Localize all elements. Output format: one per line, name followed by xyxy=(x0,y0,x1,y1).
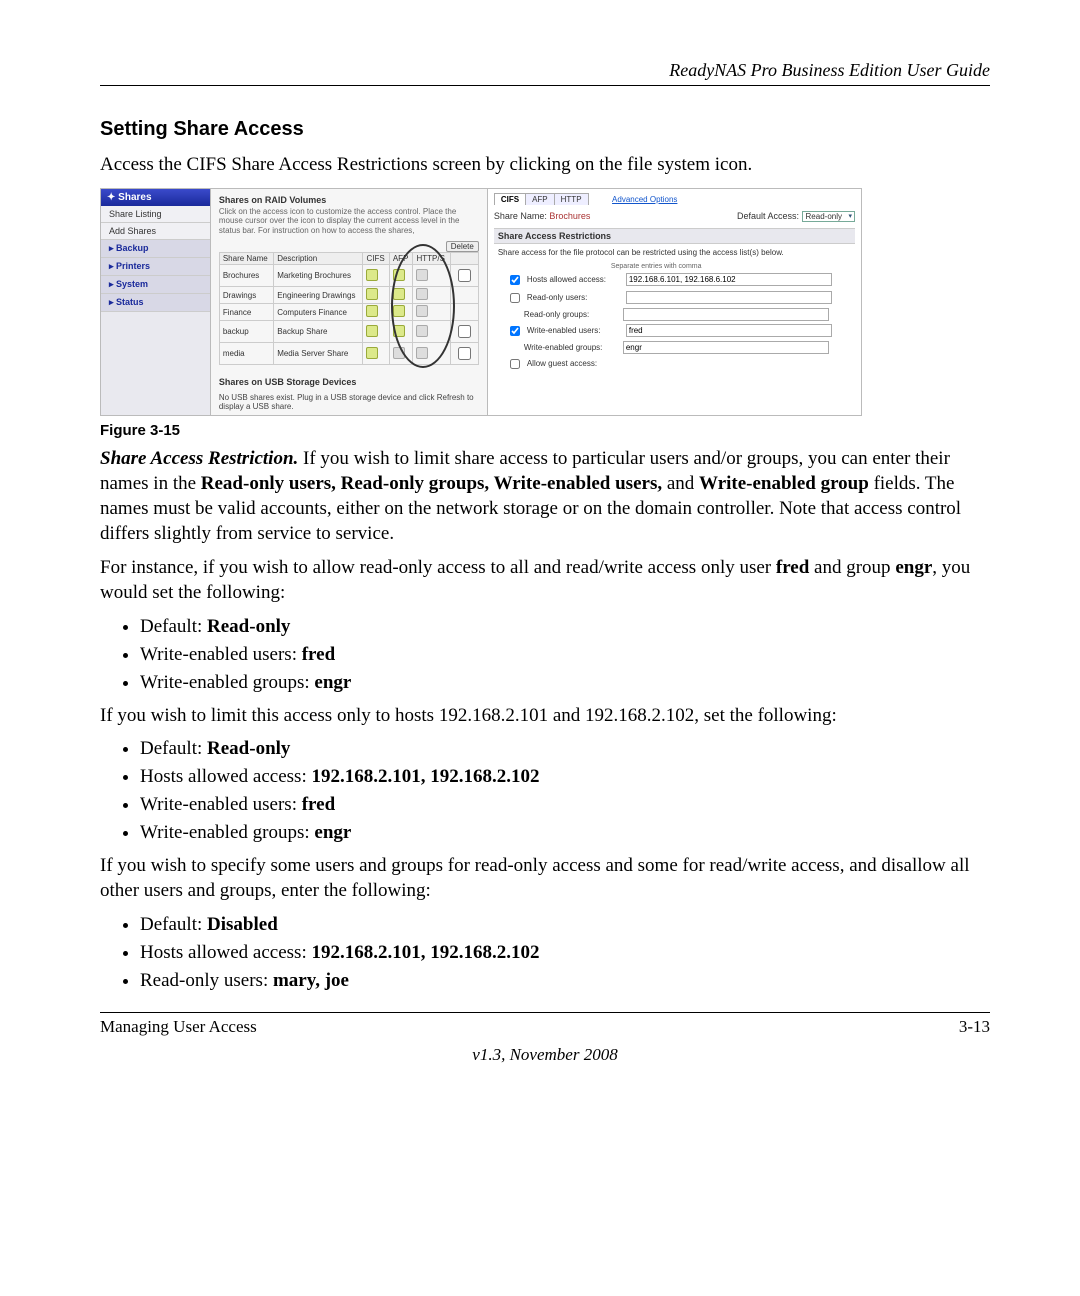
raid-panel-hint: Click on the access icon to customize th… xyxy=(211,207,487,242)
we-users-checkbox[interactable] xyxy=(510,326,520,336)
sidebar-item-share-listing[interactable]: Share Listing xyxy=(101,206,210,223)
sidebar-item-add-shares[interactable]: Add Shares xyxy=(101,223,210,240)
example1-paragraph: For instance, if you wish to allow read-… xyxy=(100,556,990,605)
ro-users-input[interactable] xyxy=(626,291,832,304)
sidebar-head: ✦ Shares xyxy=(101,189,210,206)
table-row: mediaMedia Server Share xyxy=(219,343,478,365)
http-icon[interactable] xyxy=(416,269,428,281)
shares-table: Share Name Description CIFS AFP HTTP/S B… xyxy=(219,252,479,365)
table-row: FinanceComputers Finance xyxy=(219,304,478,321)
tab-http[interactable]: HTTP xyxy=(554,193,589,205)
restrictions-header: Share Access Restrictions xyxy=(494,228,855,244)
footer-version: v1.3, November 2008 xyxy=(100,1045,990,1065)
delete-button[interactable]: Delete xyxy=(446,241,479,252)
hosts-paragraph: If you wish to limit this access only to… xyxy=(100,704,990,729)
cifs-icon[interactable] xyxy=(366,269,378,281)
raid-panel-title: Shares on RAID Volumes xyxy=(211,189,487,207)
we-groups-input[interactable] xyxy=(623,341,829,354)
usb-note: No USB shares exist. Plug in a USB stora… xyxy=(211,389,487,415)
sidebar-item-backup[interactable]: ▸ Backup xyxy=(101,240,210,258)
tab-cifs[interactable]: CIFS xyxy=(494,193,526,205)
bullet-list-3: Default: Disabled Hosts allowed access: … xyxy=(100,914,990,992)
table-row: BrochuresMarketing Brochures xyxy=(219,265,478,287)
bullet-list-1: Default: Read-only Write-enabled users: … xyxy=(100,616,990,694)
usb-panel-title: Shares on USB Storage Devices xyxy=(211,371,487,389)
bullet-list-2: Default: Read-only Hosts allowed access:… xyxy=(100,738,990,844)
advanced-options-link[interactable]: Advanced Options xyxy=(606,194,683,205)
sidebar-item-status[interactable]: ▸ Status xyxy=(101,294,210,312)
hosts-input[interactable] xyxy=(626,273,832,286)
intro-paragraph: Access the CIFS Share Access Restriction… xyxy=(100,153,990,178)
hosts-checkbox[interactable] xyxy=(510,275,520,285)
sidebar-item-printers[interactable]: ▸ Printers xyxy=(101,258,210,276)
footer: Managing User Access 3-13 v1.3, November… xyxy=(100,1012,990,1065)
right-panel: CIFSAFPHTTP Advanced Options Share Name:… xyxy=(487,189,861,416)
footer-page: 3-13 xyxy=(959,1017,990,1037)
running-header: ReadyNAS Pro Business Edition User Guide xyxy=(100,60,990,86)
restrictions-note: Share access for the file protocol can b… xyxy=(494,244,855,263)
sidebar-item-system[interactable]: ▸ System xyxy=(101,276,210,294)
tab-afp[interactable]: AFP xyxy=(525,193,555,205)
figure-screenshot: ✦ Shares Share Listing Add Shares ▸ Back… xyxy=(100,188,990,440)
figure-caption: Figure 3-15 xyxy=(100,422,990,439)
sidebar: ✦ Shares Share Listing Add Shares ▸ Back… xyxy=(101,189,211,416)
protocol-tabs: CIFSAFPHTTP Advanced Options xyxy=(494,193,855,205)
default-access-select[interactable]: Read-only xyxy=(802,211,855,222)
disallow-paragraph: If you wish to specify some users and gr… xyxy=(100,854,990,903)
table-row: DrawingsEngineering Drawings xyxy=(219,287,478,304)
footer-left: Managing User Access xyxy=(100,1017,257,1037)
guest-checkbox[interactable] xyxy=(510,359,520,369)
ro-users-checkbox[interactable] xyxy=(510,293,520,303)
section-title: Setting Share Access xyxy=(100,118,990,141)
separator-hint: Separate entries with comma xyxy=(611,263,855,270)
afp-icon[interactable] xyxy=(393,269,405,281)
table-row: backupBackup Share xyxy=(219,321,478,343)
ro-groups-input[interactable] xyxy=(623,308,829,321)
restriction-paragraph: Share Access Restriction. If you wish to… xyxy=(100,447,990,546)
we-users-input[interactable] xyxy=(626,324,832,337)
